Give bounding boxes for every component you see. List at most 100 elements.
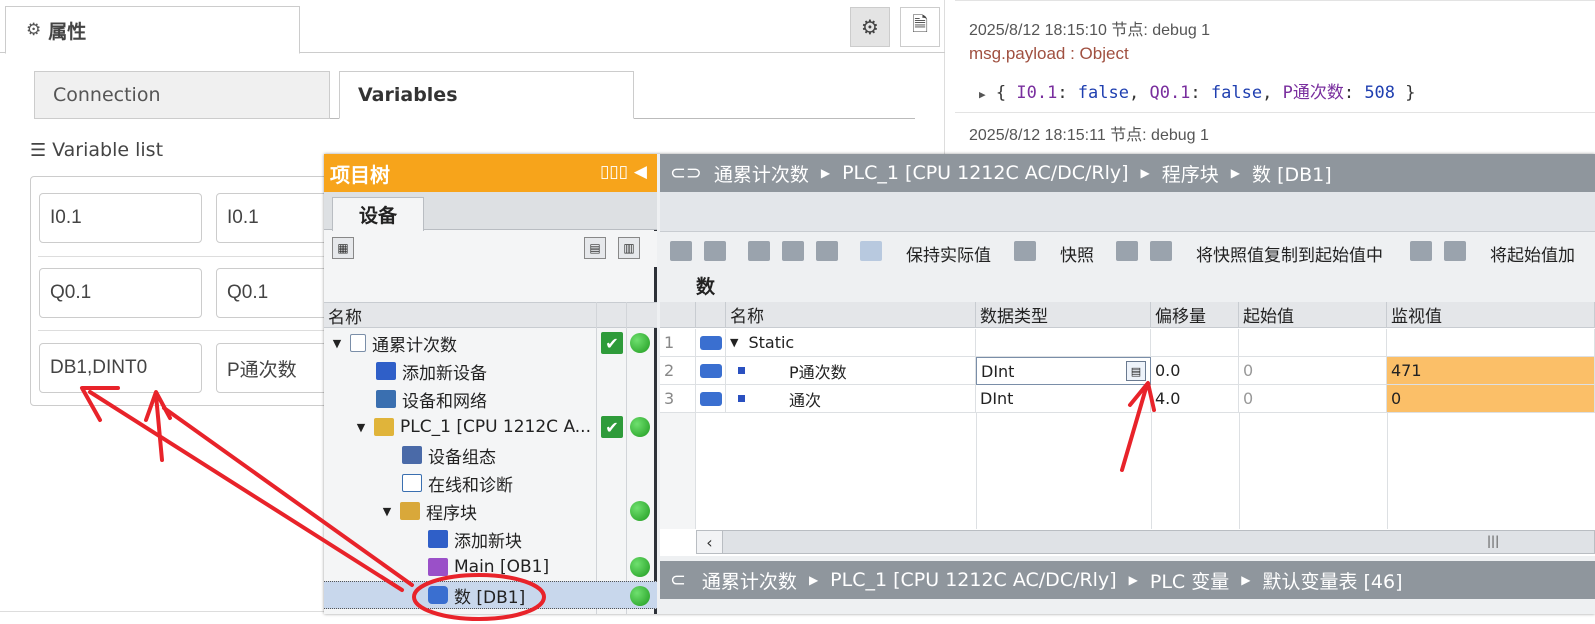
breadcrumb-item[interactable]: 数 [DB1]: [1252, 160, 1332, 187]
project-tree-panel: 项目树 ▯▯▯ ◀ 设备 ▦ ▤ ▥ 名称 ▼ 通累计次数 ✔ 添加新设备 设备…: [324, 154, 657, 614]
column-header-monitor[interactable]: 监视值: [1387, 302, 1595, 328]
table-cell-offset: 4.0: [1151, 385, 1239, 413]
breadcrumb-item[interactable]: 默认变量表 [46]: [1262, 567, 1402, 594]
variable-address-input[interactable]: DB1,DINT0: [39, 343, 202, 393]
status-ok-icon: [630, 586, 650, 606]
tab-devices[interactable]: 设备: [332, 197, 424, 231]
table-cell-name[interactable]: 通次: [726, 385, 976, 413]
scroll-grip-icon[interactable]: |||: [1487, 534, 1499, 548]
tree-item-main-ob1[interactable]: Main [OB1]: [324, 553, 657, 581]
editor-toolbar: 保持实际值 快照 将快照值复制到起始值中 将起始值加: [660, 234, 1595, 270]
keep-actual-values-button[interactable]: 保持实际值: [906, 241, 991, 266]
breadcrumb-item[interactable]: PLC 变量: [1150, 567, 1229, 594]
expand-arrow-icon[interactable]: ▼: [730, 336, 738, 349]
table-cell-offset: [1151, 329, 1239, 357]
tree-item-label: 在线和诊断: [428, 475, 513, 496]
tree-item-db1[interactable]: 数 [DB1]: [324, 581, 657, 609]
breadcrumb-item[interactable]: PLC_1 [CPU 1212C AC/DC/Rly]: [842, 162, 1128, 184]
tree-item-label: 通累计次数: [372, 335, 457, 356]
chevron-right-icon: ▶: [1140, 166, 1150, 180]
tree-item-devices-networks[interactable]: 设备和网络: [324, 385, 657, 413]
expand-arrow-icon[interactable]: ▼: [330, 337, 344, 350]
overview-icon[interactable]: ▤: [584, 237, 606, 259]
tree-item-plc[interactable]: ▼ PLC_1 [CPU 1212C A... ✔: [324, 413, 657, 441]
tree-item-project[interactable]: ▼ 通累计次数 ✔: [324, 329, 657, 357]
copy-icon[interactable]: [1116, 241, 1138, 261]
table-cell-datatype[interactable]: DInt: [976, 385, 1151, 413]
project-tree-tabbar: 设备: [324, 192, 657, 231]
grid-icon[interactable]: ▦: [332, 237, 354, 259]
db-block-icon: [428, 586, 448, 604]
variable-address-input[interactable]: I0.1: [39, 193, 202, 243]
table-cell-datatype[interactable]: DInt ▤: [976, 357, 1151, 385]
table-cell-start[interactable]: 0: [1239, 385, 1387, 413]
row-number: 2: [660, 357, 696, 385]
editor-icon: ⊂⊃: [670, 162, 702, 184]
table-cell-offset: 0.0: [1151, 357, 1239, 385]
snapshot-db-icon[interactable]: [1014, 241, 1036, 261]
load-all-icon[interactable]: [1444, 241, 1466, 261]
column-divider: [1239, 413, 1240, 529]
load-icon[interactable]: [1410, 241, 1432, 261]
add-row-icon[interactable]: [704, 241, 726, 261]
breadcrumb-item[interactable]: 通累计次数: [714, 160, 809, 187]
expand-arrow-icon[interactable]: ▶: [979, 88, 986, 101]
snapshot-button[interactable]: 快照: [1060, 241, 1094, 266]
breadcrumb-item[interactable]: PLC_1 [CPU 1212C AC/DC/Rly]: [830, 569, 1116, 591]
empty-row-gutter: [660, 413, 696, 529]
paste-icon[interactable]: [1150, 241, 1172, 261]
tree-item-label: Main [OB1]: [454, 557, 550, 577]
check-icon: ✔: [601, 332, 623, 354]
status-ok-icon: [630, 501, 650, 521]
horizontal-scrollbar[interactable]: ‹ |||: [696, 530, 1595, 554]
expand-icon[interactable]: [748, 241, 770, 261]
column-header-start[interactable]: 起始值: [1239, 302, 1387, 328]
load-start-values-button[interactable]: 将起始值加: [1490, 241, 1575, 266]
copy-snapshot-to-start-button[interactable]: 将快照值复制到起始值中: [1196, 241, 1383, 266]
table-cell-start[interactable]: [1239, 329, 1387, 357]
tree-item-add-block[interactable]: 添加新块: [324, 525, 657, 553]
chevron-left-icon: ‹: [706, 532, 713, 552]
edit-icon[interactable]: [782, 241, 804, 261]
datatype-list-icon[interactable]: ▤: [1126, 361, 1146, 381]
expand-arrow-icon[interactable]: ▼: [380, 505, 394, 518]
table-cell-name[interactable]: ▼ Static: [726, 329, 976, 357]
debug-message-object[interactable]: ▶ { I0.1: false, Q0.1: false, P通次数: 508 …: [979, 78, 1416, 103]
collapse-panel-icon[interactable]: ▯▯▯ ◀: [600, 162, 647, 182]
description-button[interactable]: 🗎: [900, 7, 940, 47]
expand-arrow-icon[interactable]: ▼: [354, 421, 368, 434]
monitor-glasses-icon[interactable]: [860, 241, 882, 261]
table-cell-start[interactable]: 0: [1239, 357, 1387, 385]
column-divider: [1387, 413, 1388, 529]
tree-item-label: PLC_1 [CPU 1212C A...: [400, 417, 591, 437]
object-value: false: [1210, 83, 1263, 103]
tree-item-online-diag[interactable]: 在线和诊断: [324, 469, 657, 497]
document-icon: 🗎: [911, 12, 929, 36]
column-header-offset[interactable]: 偏移量: [1151, 302, 1239, 328]
tab-connection[interactable]: Connection: [34, 71, 330, 119]
table-cell-datatype[interactable]: [976, 329, 1151, 357]
settings-gear-button[interactable]: ⚙: [850, 7, 890, 47]
variable-address-input[interactable]: Q0.1: [39, 268, 202, 318]
insert-row-icon[interactable]: [670, 241, 692, 261]
table-cell-monitor: 0: [1387, 385, 1595, 413]
column-header-datatype[interactable]: 数据类型: [976, 302, 1151, 328]
list-view-icon[interactable]: [816, 241, 838, 261]
breadcrumb-item[interactable]: 程序块: [1162, 160, 1219, 187]
cell-text: 通次: [789, 390, 822, 410]
icon-column-header: [696, 302, 726, 328]
tree-item-program-blocks[interactable]: ▼ 程序块: [324, 497, 657, 525]
scroll-left-button[interactable]: ‹: [697, 531, 723, 553]
column-divider: [1151, 413, 1152, 529]
tab-variables[interactable]: Variables: [339, 71, 634, 119]
column-header-name[interactable]: 名称: [726, 302, 976, 328]
chevron-right-icon: ▶: [1128, 573, 1138, 587]
tree-item-add-device[interactable]: 添加新设备: [324, 357, 657, 385]
tree-item-device-config[interactable]: 设备组态: [324, 441, 657, 469]
tab-properties[interactable]: ⚙ 属性: [5, 6, 300, 54]
table-icon[interactable]: ▥: [618, 237, 640, 259]
breadcrumb-item[interactable]: 通累计次数: [702, 567, 797, 594]
debug-message-topic[interactable]: msg.payload : Object: [969, 44, 1129, 64]
table-row-icon: [696, 385, 726, 413]
table-cell-name[interactable]: P通次数: [726, 357, 976, 385]
